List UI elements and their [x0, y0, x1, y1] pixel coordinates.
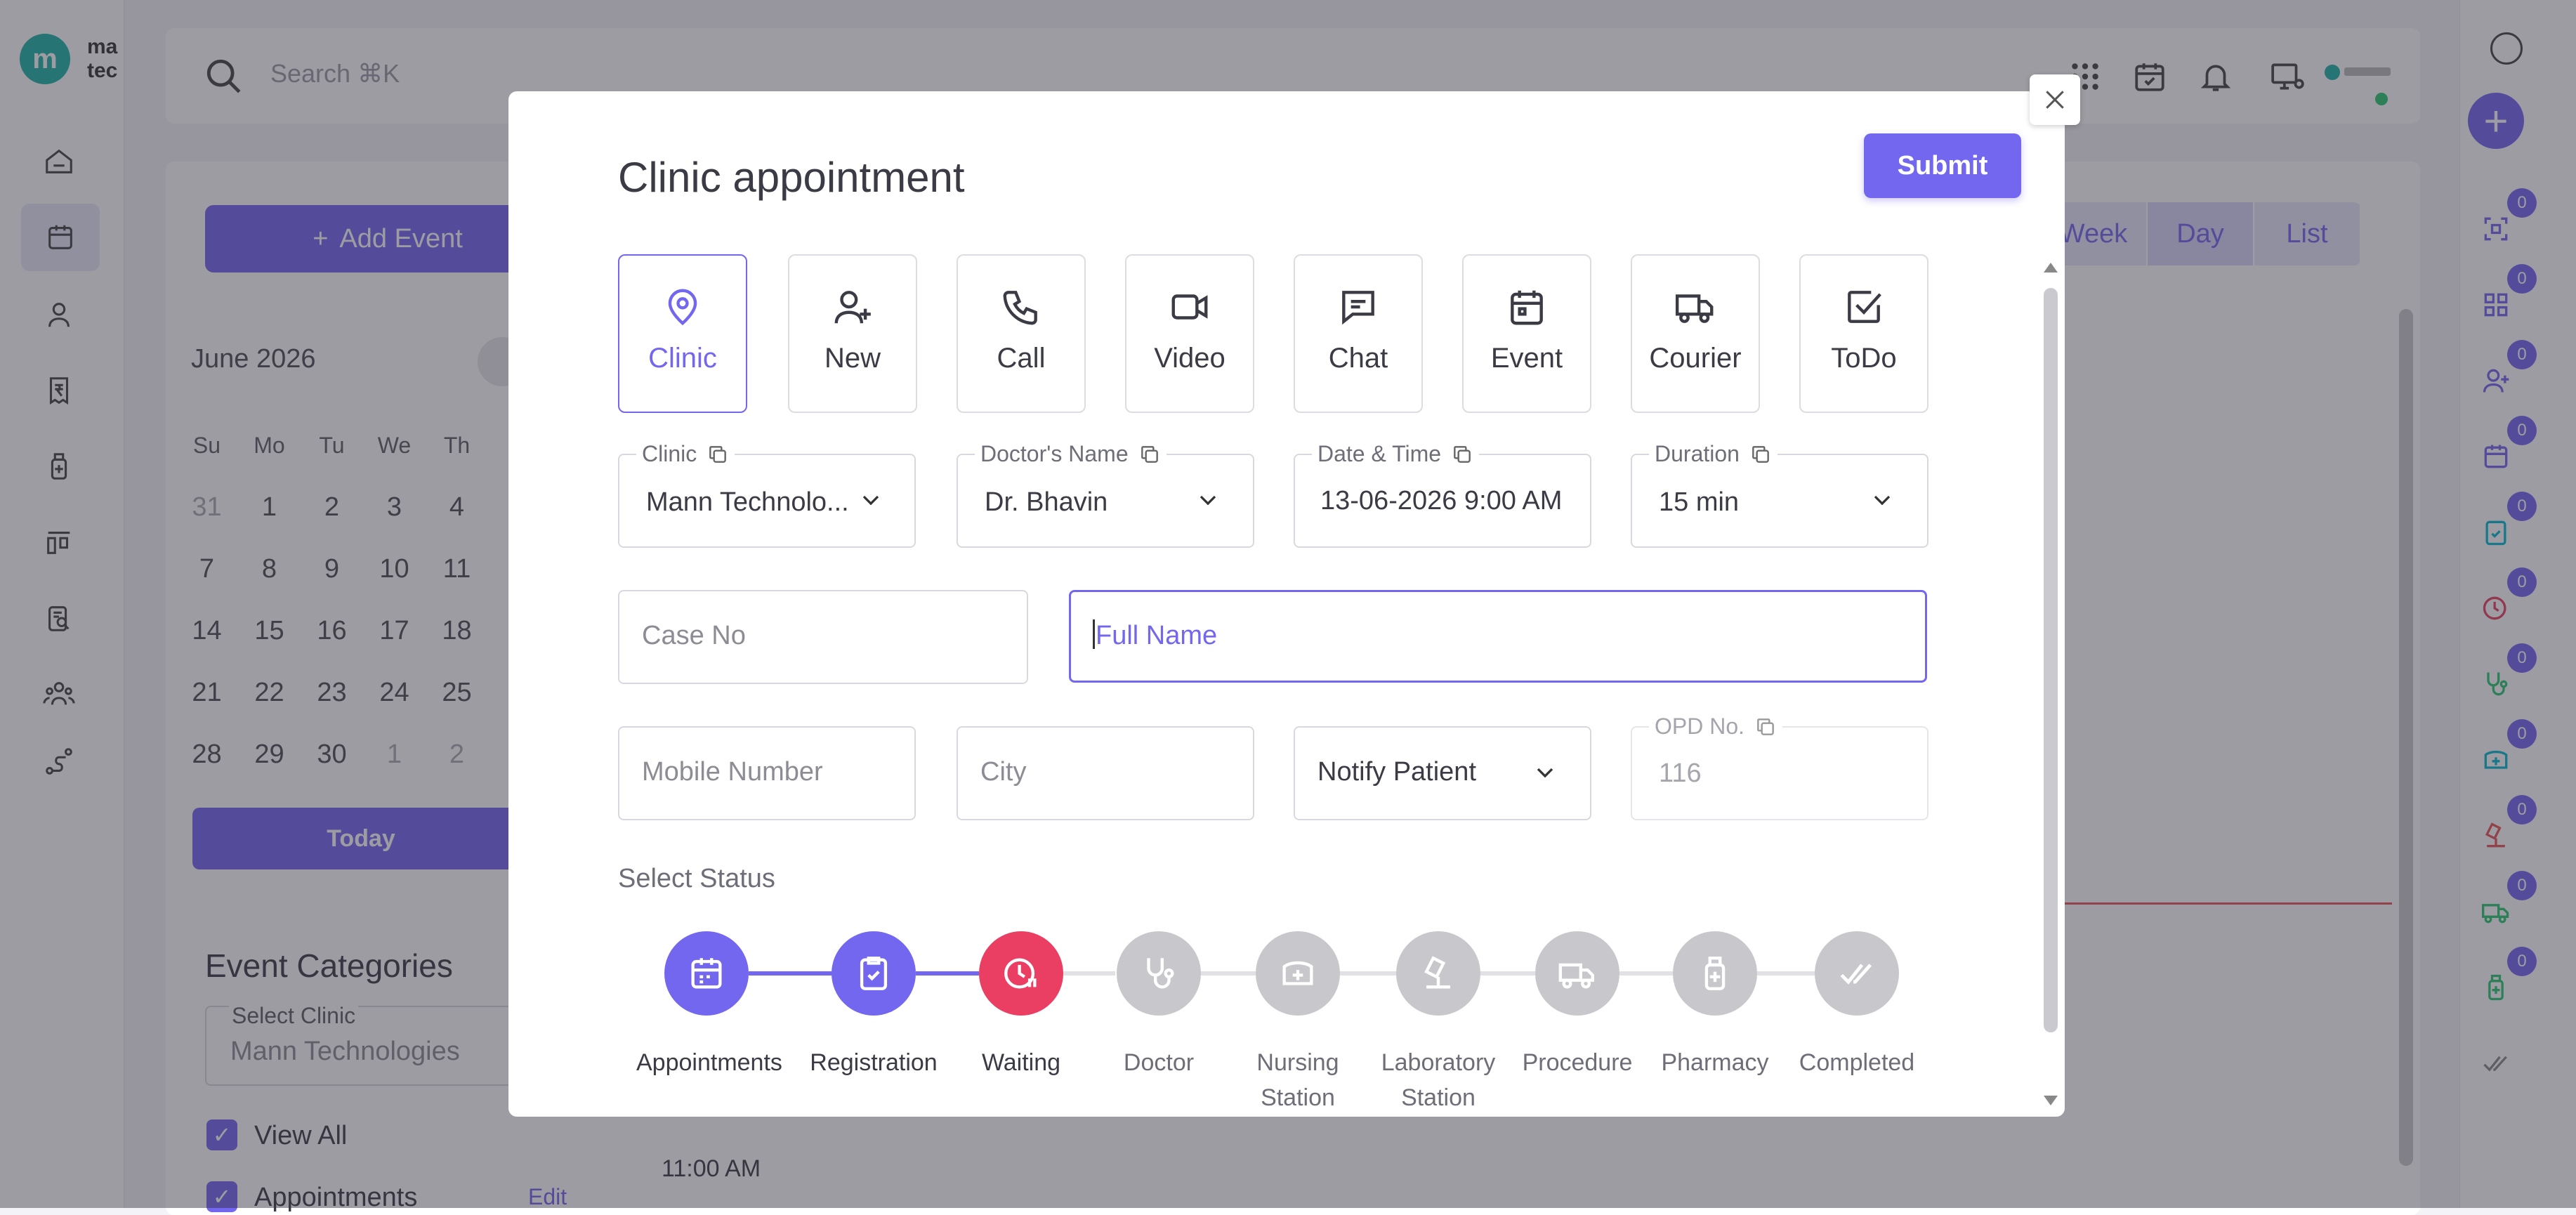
status-connector — [1757, 971, 1816, 976]
calendar-icon — [1511, 290, 1543, 325]
copy-icon[interactable] — [707, 443, 729, 466]
opd-no-label: OPD No. — [1649, 714, 1783, 740]
status-label: Completed — [1799, 1049, 1915, 1076]
copy-icon[interactable] — [1749, 443, 1772, 466]
status-step-laboratory-station[interactable] — [1396, 931, 1480, 1016]
submit-button[interactable]: Submit — [1864, 133, 2021, 198]
status-label: Laboratory Station — [1381, 1049, 1496, 1111]
notify-patient-placeholder: Notify Patient — [1317, 757, 1476, 787]
status-label: Nursing Station — [1256, 1049, 1339, 1111]
select-status-heading: Select Status — [618, 864, 775, 893]
clipboard-check-icon — [860, 957, 888, 990]
status-connector — [916, 971, 979, 976]
medicine-bottle-icon — [1704, 957, 1726, 990]
double-check-icon — [1840, 964, 1872, 985]
type-card-event[interactable]: Event — [1462, 254, 1591, 413]
datetime-value: 13-06-2026 9:00 AM — [1320, 486, 1563, 515]
scroll-up-arrow[interactable] — [2044, 263, 2058, 272]
clinic-label: Clinic — [636, 441, 735, 467]
calendar-icon — [691, 958, 722, 989]
modal-title: Clinic appointment — [618, 154, 965, 201]
status-step-completed[interactable] — [1815, 931, 1899, 1016]
type-card-video[interactable]: Video — [1125, 254, 1254, 413]
type-card-new[interactable]: New — [788, 254, 917, 413]
status-step-nursing-station[interactable] — [1256, 931, 1340, 1016]
type-card-clinic[interactable]: Clinic — [618, 254, 747, 413]
full-name-placeholder: Full Name — [1096, 621, 1218, 650]
text-cursor — [1093, 619, 1095, 649]
status-label: Waiting — [981, 1049, 1061, 1076]
status-step-registration[interactable] — [832, 931, 916, 1016]
chevron-down-icon — [1874, 495, 1891, 506]
ambulance-icon — [1558, 963, 1594, 989]
duration-value: 15 min — [1659, 487, 1740, 517]
chevron-down-icon — [1200, 495, 1216, 506]
chevron-down-icon — [862, 495, 879, 506]
nurse-cap-icon — [1282, 961, 1313, 985]
status-step-procedure[interactable] — [1535, 931, 1619, 1016]
phone-icon — [1003, 291, 1037, 325]
copy-icon[interactable] — [1138, 443, 1161, 466]
truck-icon — [1675, 294, 1714, 323]
stethoscope-icon — [1147, 958, 1174, 989]
copy-icon[interactable] — [1451, 443, 1473, 466]
video-icon — [1171, 294, 1208, 320]
status-connector — [749, 971, 836, 976]
user-plus-icon — [834, 291, 871, 324]
status-connector — [1339, 971, 1398, 976]
modal-scrollbar-thumb[interactable] — [2044, 288, 2058, 1032]
status-label: Procedure — [1522, 1049, 1633, 1076]
map-pin-icon — [668, 289, 697, 326]
status-label: Appointments — [636, 1049, 782, 1076]
status-step-doctor[interactable] — [1117, 931, 1201, 1016]
microscope-icon — [1424, 956, 1450, 989]
case-no-placeholder: Case No — [642, 621, 746, 650]
status-connector — [1619, 971, 1673, 976]
status-label: Pharmacy — [1661, 1049, 1769, 1076]
duration-label: Duration — [1649, 441, 1777, 467]
type-card-todo[interactable]: ToDo — [1799, 254, 1928, 413]
status-label: Registration — [810, 1049, 938, 1076]
copy-icon[interactable] — [1754, 716, 1777, 738]
type-card-chat[interactable]: Chat — [1294, 254, 1423, 413]
chevron-down-icon — [1537, 768, 1553, 778]
doctor-label: Doctor's Name — [975, 441, 1167, 467]
chat-icon — [1342, 291, 1374, 325]
close-icon — [2046, 91, 2064, 109]
status-connector — [1479, 971, 1535, 976]
mobile-number-placeholder: Mobile Number — [642, 757, 823, 787]
status-connector — [1200, 971, 1256, 976]
status-step-pharmacy[interactable] — [1673, 931, 1757, 1016]
doctor-value: Dr. Bhavin — [985, 487, 1108, 517]
type-card-courier[interactable]: Courier — [1631, 254, 1760, 413]
close-button[interactable] — [2030, 74, 2080, 125]
clock-pause-icon — [1004, 958, 1037, 989]
status-label: Doctor — [1123, 1049, 1195, 1076]
checkbox-icon — [1848, 291, 1881, 323]
clinic-value: Mann Technolo... — [646, 487, 849, 517]
datetime-label: Date & Time — [1312, 441, 1480, 467]
opd-no-value: 116 — [1659, 758, 1702, 788]
type-card-call[interactable]: Call — [957, 254, 1086, 413]
status-step-appointments[interactable] — [664, 931, 749, 1016]
scroll-down-arrow[interactable] — [2044, 1096, 2058, 1105]
status-step-waiting[interactable] — [979, 931, 1063, 1016]
city-placeholder: City — [980, 757, 1027, 787]
status-connector — [1063, 971, 1115, 976]
